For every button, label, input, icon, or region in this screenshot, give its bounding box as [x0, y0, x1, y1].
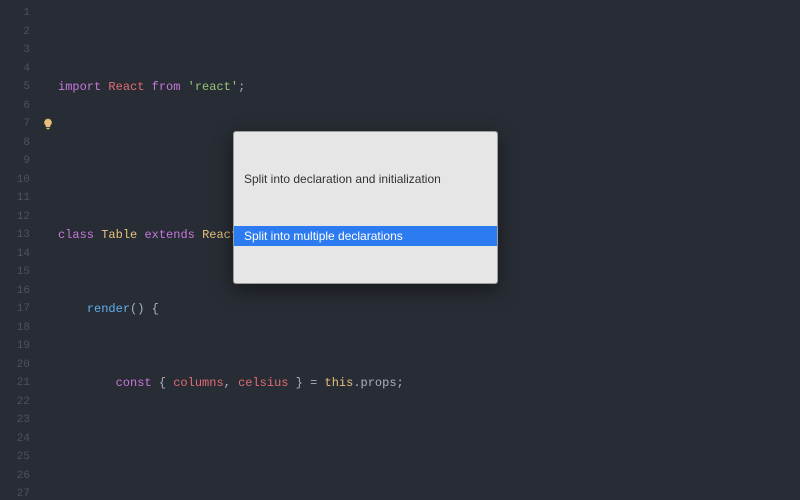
gutter-icon-slot [40, 152, 56, 171]
gutter-icon-slot [40, 263, 56, 282]
gutter-icon-slot [40, 393, 56, 412]
line-number: 3 [0, 41, 40, 60]
gutter-icon-slot [40, 226, 56, 245]
line-number: 25 [0, 448, 40, 467]
line-number: 24 [0, 430, 40, 449]
line-number: 7 [0, 115, 40, 134]
code-line[interactable]: const { columns, celsius } = this.props; [56, 374, 800, 393]
line-number: 27 [0, 485, 40, 500]
intention-item-label: Split into multiple declarations [244, 227, 403, 246]
line-number: 17 [0, 300, 40, 319]
gutter-icon-slot [40, 23, 56, 42]
gutter-icon-column [40, 0, 56, 500]
intention-actions-popup[interactable]: Split into declaration and initializatio… [233, 131, 498, 284]
line-number: 2 [0, 23, 40, 42]
gutter-icon-slot [40, 319, 56, 338]
line-number: 18 [0, 319, 40, 338]
intention-item-split-multiple-declarations[interactable]: Split into multiple declarations [234, 226, 497, 246]
line-number: 10 [0, 171, 40, 190]
gutter-icon-slot [40, 411, 56, 430]
line-number: 21 [0, 374, 40, 393]
gutter-icon-slot [40, 171, 56, 190]
gutter-icon-slot [40, 448, 56, 467]
gutter-icon-slot [40, 4, 56, 23]
gutter-icon-slot [40, 356, 56, 375]
gutter-icon-slot [40, 485, 56, 500]
line-number: 22 [0, 393, 40, 412]
gutter-icon-slot [40, 115, 56, 134]
line-number: 5 [0, 78, 40, 97]
line-number: 15 [0, 263, 40, 282]
intention-bulb-icon[interactable] [42, 118, 54, 130]
line-number-gutter: 1234567891011121314151617181920212223242… [0, 0, 40, 500]
line-number: 26 [0, 467, 40, 486]
code-editor[interactable]: 1234567891011121314151617181920212223242… [0, 0, 800, 500]
gutter-icon-slot [40, 337, 56, 356]
line-number: 4 [0, 60, 40, 79]
gutter-icon-slot [40, 134, 56, 153]
gutter-icon-slot [40, 60, 56, 79]
gutter-icon-slot [40, 467, 56, 486]
gutter-icon-slot [40, 245, 56, 264]
line-number: 20 [0, 356, 40, 375]
gutter-icon-slot [40, 41, 56, 60]
line-number: 23 [0, 411, 40, 430]
line-number: 16 [0, 282, 40, 301]
line-number: 12 [0, 208, 40, 227]
line-number: 13 [0, 226, 40, 245]
code-line[interactable] [56, 448, 800, 467]
line-number: 14 [0, 245, 40, 264]
code-line[interactable]: render() { [56, 300, 800, 319]
gutter-icon-slot [40, 300, 56, 319]
line-number: 19 [0, 337, 40, 356]
gutter-icon-slot [40, 208, 56, 227]
line-number: 9 [0, 152, 40, 171]
gutter-icon-slot [40, 282, 56, 301]
code-area[interactable]: import React from 'react'; class Table e… [56, 0, 800, 500]
gutter-icon-slot [40, 374, 56, 393]
line-number: 1 [0, 4, 40, 23]
code-line[interactable]: import React from 'react'; [56, 78, 800, 97]
gutter-icon-slot [40, 78, 56, 97]
gutter-icon-slot [40, 189, 56, 208]
gutter-icon-slot [40, 97, 56, 116]
intention-item-split-declaration-init[interactable]: Split into declaration and initializatio… [234, 169, 497, 189]
intention-item-label: Split into declaration and initializatio… [244, 170, 441, 189]
line-number: 8 [0, 134, 40, 153]
line-number: 11 [0, 189, 40, 208]
line-number: 6 [0, 97, 40, 116]
gutter-icon-slot [40, 430, 56, 449]
